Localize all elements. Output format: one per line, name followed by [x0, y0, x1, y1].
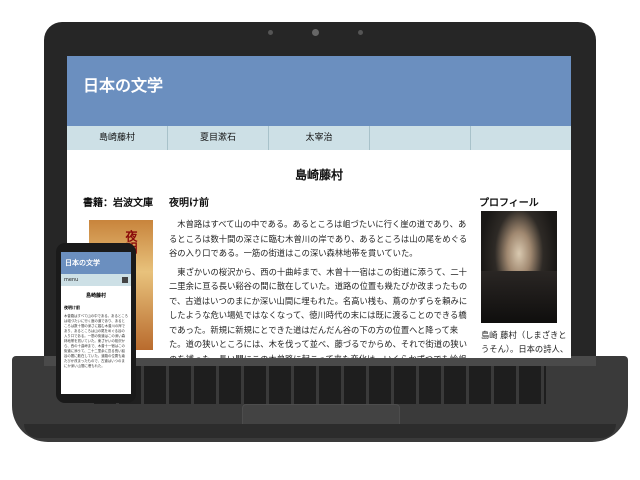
phone-menu-label: menu	[64, 277, 79, 283]
author-portrait	[481, 211, 557, 323]
nav-item-shimazaki[interactable]: 島崎藤村	[67, 126, 168, 150]
nav-bar: 島崎藤村 夏目漱石 太宰治	[67, 126, 571, 150]
laptop-front-edge	[24, 424, 616, 438]
nav-item-natsume[interactable]: 夏目漱石	[168, 126, 269, 150]
sensor-dot	[268, 30, 273, 35]
phone-menu-bar[interactable]: menu	[61, 274, 131, 286]
article-heading: 夜明け前	[169, 198, 209, 209]
phone-header: 日本の文学	[61, 252, 131, 274]
books-column: 書籍：岩波文庫	[83, 194, 161, 209]
phone-page-title: 島崎藤村	[85, 293, 106, 299]
article-body: 木曾路はすべて山の中である。あるところは岨づたいに行く崖の道であり、あるところは…	[169, 217, 469, 358]
laptop-screen: 日本の文学 島崎藤村 夏目漱石 太宰治 島崎藤村 書籍：岩波文庫 夜明 夜明け前…	[67, 56, 571, 358]
nav-item-dazai[interactable]: 太宰治	[269, 126, 370, 150]
page-title: 島崎藤村	[294, 168, 343, 182]
phone-logo[interactable]: 日本の文学	[65, 258, 100, 268]
smartphone: 日本の文学 menu 島崎藤村 夜明け前 木曾路はすべて山の中である。あるところ…	[56, 243, 136, 403]
camera-icon	[312, 29, 319, 36]
phone-body-text: 木曾路はすべて山の中である。あるところは岨づたいに行く崖の道であり、あるところは…	[64, 314, 129, 368]
portrait-figure	[481, 271, 557, 323]
hamburger-icon[interactable]	[122, 277, 128, 283]
books-heading: 書籍：岩波文庫	[83, 198, 153, 209]
main-article: 夜明け前 木曾路はすべて山の中である。あるところは岨づたいに行く崖の道であり、あ…	[169, 194, 469, 358]
nav-item-empty[interactable]	[471, 126, 571, 150]
article-paragraph: 東ざかいの桜沢から、西の十曲峠まで、木曾十一宿はこの街道に添うて、二十二里余に亘…	[169, 266, 468, 359]
site-logo[interactable]: 日本の文学	[83, 72, 163, 96]
profile-caption: 島崎 藤村（しまざきとうそん）。日本の詩人、小説家。	[481, 330, 569, 354]
sensor-dot	[358, 30, 363, 35]
phone-screen: 日本の文学 menu 島崎藤村 夜明け前 木曾路はすべて山の中である。あるところ…	[61, 252, 131, 394]
profile-column: プロフィール	[479, 194, 559, 209]
nav-item-empty[interactable]	[370, 126, 471, 150]
article-paragraph: 木曾路はすべて山の中である。あるところは岨づたいに行く崖の道であり、あるところは…	[169, 219, 468, 258]
phone-subheading: 夜明け前	[64, 305, 80, 310]
profile-heading: プロフィール	[479, 198, 539, 209]
site-header: 日本の文学	[67, 56, 571, 126]
keyboard	[94, 366, 546, 404]
